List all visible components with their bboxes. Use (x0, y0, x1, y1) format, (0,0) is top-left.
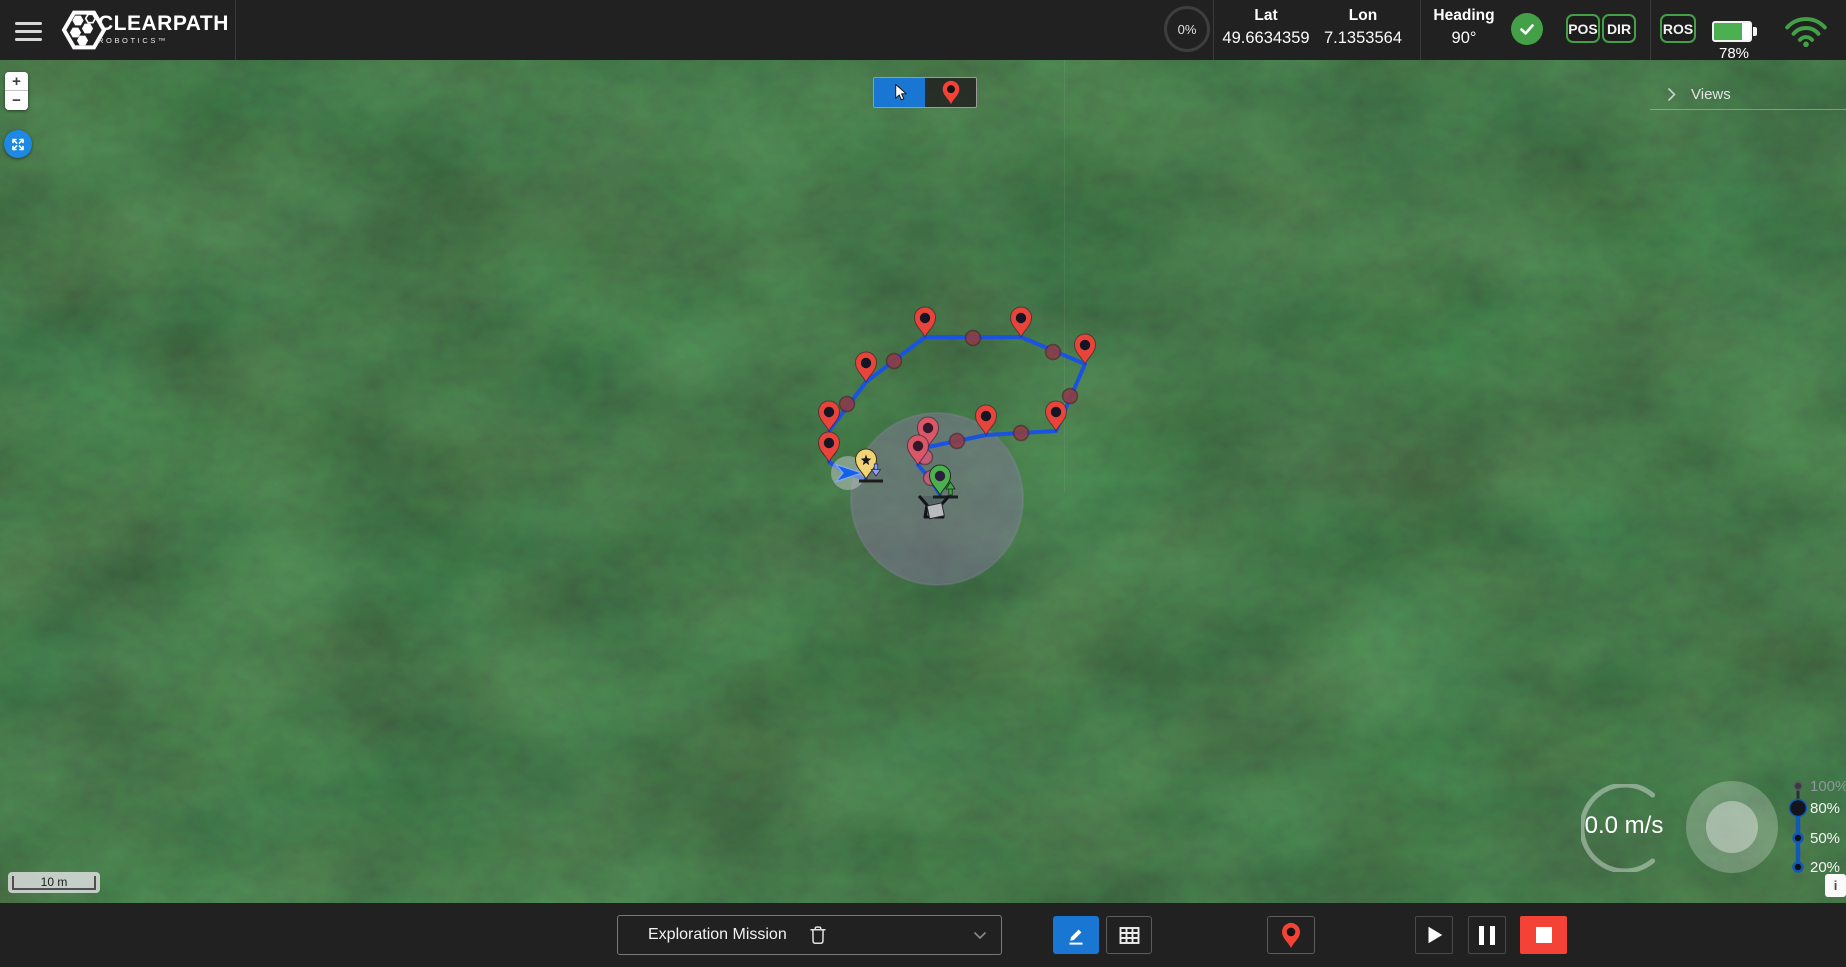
brand-sub: ROBOTICS™ (98, 37, 229, 45)
mission-control-bar: Exploration Mission (0, 903, 1846, 967)
path-midpoint-handle[interactable] (950, 434, 965, 449)
slider-label-80: 80% (1810, 800, 1840, 817)
joystick-knob[interactable] (1706, 801, 1758, 853)
play-icon (1423, 924, 1445, 946)
path-midpoint-handle[interactable] (1046, 345, 1061, 360)
grid-icon (1118, 925, 1141, 946)
mission-select-dropdown[interactable]: Exploration Mission (617, 915, 1002, 955)
views-panel-toggle[interactable]: Views (1655, 80, 1846, 109)
waypoint-panel-button[interactable] (1267, 916, 1315, 954)
waypoint-pin[interactable] (915, 307, 936, 337)
path-midpoint-handle[interactable] (1063, 389, 1078, 404)
heading-value: 90° (1426, 29, 1502, 48)
waypoint-pin[interactable] (1011, 307, 1032, 337)
cursor-icon (889, 82, 910, 103)
brand-name: CLEARPATH (98, 12, 229, 35)
zoom-in-button[interactable]: + (5, 72, 28, 91)
wifi-icon (1782, 15, 1830, 47)
longitude-readout: Lon 7.1353564 (1316, 7, 1410, 48)
battery-percent: 78% (1712, 45, 1756, 62)
waypoint-pin[interactable] (819, 432, 840, 462)
delete-mission-button[interactable] (809, 925, 827, 945)
play-mission-button[interactable] (1415, 916, 1453, 954)
slider-stop-100[interactable] (1794, 782, 1802, 790)
speed-value: 0.0 m/s (1568, 812, 1680, 840)
expand-arrows-icon (10, 136, 26, 153)
trash-icon (809, 925, 827, 945)
longitude-value: 7.1353564 (1316, 29, 1410, 48)
menu-button[interactable] (13, 15, 45, 45)
divider (1213, 0, 1214, 60)
heading-readout: Heading 90° (1426, 7, 1502, 48)
brand-text: CLEARPATH ROBOTICS™ (98, 13, 229, 45)
pause-icon (1479, 926, 1495, 945)
stop-mission-button[interactable] (1520, 916, 1567, 954)
latitude-value: 49.6634359 (1216, 29, 1316, 48)
status-ok-icon (1511, 13, 1543, 45)
mission-name: Exploration Mission (648, 926, 787, 944)
latitude-readout: Lat 49.6634359 (1216, 7, 1316, 48)
slider-stop-50[interactable] (1794, 834, 1803, 843)
waypoint-pin[interactable] (1046, 401, 1067, 431)
map-scale-bar: 10 m (8, 872, 100, 893)
pos-status-badge: POS (1566, 14, 1600, 43)
latitude-label: Lat (1216, 7, 1316, 25)
chevron-right-icon (1667, 87, 1676, 102)
waypoint-pin-icon (1280, 922, 1302, 949)
heading-label: Heading (1426, 7, 1502, 25)
views-panel-divider (1650, 109, 1846, 110)
waypoint-pin[interactable] (819, 401, 840, 431)
mission-progress-ring: 0% (1164, 6, 1210, 52)
zoom-out-button[interactable]: − (5, 91, 28, 110)
edit-mission-button[interactable] (1053, 916, 1099, 954)
divider (1650, 0, 1651, 60)
battery-indicator: 78% (1712, 21, 1764, 62)
map-zoom-control: + − (5, 72, 28, 110)
mission-progress-value: 0% (1178, 22, 1197, 37)
scale-label: 10 m (8, 875, 100, 889)
teleop-joystick[interactable] (1686, 781, 1778, 873)
slider-handle-80[interactable] (1790, 800, 1807, 817)
path-midpoint-handle[interactable] (887, 354, 902, 369)
pencil-icon (1065, 924, 1087, 946)
stop-icon (1536, 927, 1552, 943)
select-tool-button[interactable] (874, 78, 925, 107)
top-status-bar: CLEARPATH ROBOTICS™ 0% Lat 49.6634359 Lo… (0, 0, 1846, 60)
views-panel-label: Views (1691, 86, 1731, 103)
info-button[interactable]: i (1825, 874, 1846, 897)
divider (235, 0, 236, 60)
map-mode-toolbar (873, 77, 977, 108)
path-midpoint-handle[interactable] (966, 331, 981, 346)
divider (1420, 0, 1421, 60)
map-canvas[interactable]: + − Views 10 m (0, 60, 1846, 903)
chevron-down-icon (973, 931, 987, 940)
add-waypoint-tool-button[interactable] (925, 78, 976, 107)
ros-status-badge: ROS (1660, 14, 1696, 43)
slider-stop-20[interactable] (1794, 863, 1803, 872)
dir-status-badge: DIR (1602, 14, 1636, 43)
longitude-label: Lon (1316, 7, 1410, 25)
waypoint-pin-icon (941, 80, 961, 105)
path-midpoint-handle[interactable] (840, 397, 855, 412)
recenter-button[interactable] (4, 130, 32, 158)
slider-label-100: 100% (1810, 778, 1846, 795)
battery-icon (1712, 21, 1752, 42)
path-midpoint-handle[interactable] (1014, 426, 1029, 441)
pause-mission-button[interactable] (1468, 916, 1506, 954)
mission-table-button[interactable] (1106, 916, 1152, 954)
battery-tip (1753, 27, 1757, 36)
slider-label-50: 50% (1810, 830, 1840, 847)
speed-gauge: 0.0 m/s (1568, 776, 1680, 878)
